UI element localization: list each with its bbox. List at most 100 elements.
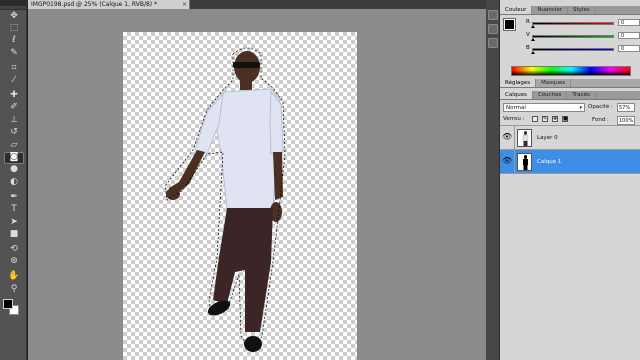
zoom-tool-icon[interactable]: ⚲ xyxy=(4,283,24,295)
right-sleeve xyxy=(269,90,284,155)
tab-traces[interactable]: Tracés xyxy=(567,91,596,99)
layers-panel: Calques Couches Tracés Normal ▾ Opacité … xyxy=(500,91,640,360)
adjustments-panel: Réglages Masques xyxy=(500,79,640,89)
color-panel-foreground-swatch[interactable] xyxy=(504,19,515,30)
tab-couleur[interactable]: Couleur xyxy=(500,6,533,14)
blur-tool-icon[interactable]: ● xyxy=(4,164,24,176)
blend-mode-value: Normal xyxy=(506,105,526,111)
layer-row-divider xyxy=(514,150,515,174)
eraser-tool-icon[interactable]: ▱ xyxy=(4,139,24,151)
close-icon[interactable]: × xyxy=(182,0,187,9)
lock-fill-row: Verrou : ✎ ✥ ■ Fond : 100% xyxy=(500,113,640,126)
color-panel-tabs: Couleur Nuancier Styles xyxy=(500,6,640,15)
tab-reglages[interactable]: Réglages xyxy=(500,79,537,87)
opacity-label: Opacité : xyxy=(588,104,613,110)
type-tool-icon[interactable]: T xyxy=(4,204,24,216)
lock-label: Verrou : xyxy=(503,116,525,122)
character-panel-icon[interactable] xyxy=(488,38,498,48)
crop-tool-icon[interactable]: ⌗ xyxy=(4,62,24,74)
canvas-workspace[interactable] xyxy=(28,9,486,360)
gradient-tool-icon[interactable]: ◙ xyxy=(4,151,24,164)
opacity-input[interactable]: 57% xyxy=(617,103,635,112)
channel-green-slider-handle[interactable] xyxy=(531,38,535,41)
person-cutout-image xyxy=(164,47,286,353)
channel-green-value[interactable]: 0 xyxy=(618,32,640,39)
hand-tool-icon[interactable]: ✋ xyxy=(4,271,24,283)
foreground-color-swatch[interactable] xyxy=(3,299,13,310)
panels-column: Couleur Nuancier Styles R 0 V 0 B 0 Régl… xyxy=(500,0,640,360)
image-canvas[interactable] xyxy=(123,32,357,360)
shape-tool-icon[interactable]: ■ xyxy=(4,228,24,240)
channel-red-row: R 0 xyxy=(526,19,640,29)
channel-red-slider-handle[interactable] xyxy=(531,25,535,28)
dodge-tool-icon[interactable]: ◐ xyxy=(4,176,24,188)
history-panel-icon[interactable] xyxy=(488,10,498,20)
channel-red-slider[interactable] xyxy=(532,22,614,25)
color-spectrum-ramp[interactable] xyxy=(511,66,631,76)
channel-blue-label: B xyxy=(526,45,530,51)
channel-red-value[interactable]: 0 xyxy=(618,19,640,26)
channel-green-row: V 0 xyxy=(526,32,640,42)
eyedropper-tool-icon[interactable]: ⁄ xyxy=(4,75,24,87)
channel-blue-slider[interactable] xyxy=(532,48,614,51)
collapsed-panels-strip xyxy=(486,0,500,360)
left-sleeve xyxy=(194,92,224,155)
trousers xyxy=(213,208,273,332)
channel-green-label: V xyxy=(526,32,530,38)
channel-blue-row: B 0 xyxy=(526,45,640,55)
channel-blue-value[interactable]: 0 xyxy=(618,45,640,52)
tab-styles[interactable]: Styles xyxy=(568,6,596,14)
left-hand xyxy=(166,188,180,200)
lock-pixels-icon[interactable]: ✎ xyxy=(542,116,548,122)
blend-opacity-row: Normal ▾ Opacité : 57% xyxy=(500,100,640,113)
healing-brush-tool-icon[interactable]: ✚ xyxy=(4,90,24,102)
fill-input[interactable]: 100% xyxy=(617,116,635,125)
document-window: IMGP0198.psd @ 25% (Calque 1, RVB/8) * × xyxy=(28,0,486,360)
channel-blue-slider-handle[interactable] xyxy=(531,51,535,54)
tools-panel: ✥ ⬚ ℓ ✎ ⌗ ⁄ ✚ ✐ ⊥ ↺ ▱ ◙ ● ◐ ✒ T ➤ ■ ⟲ ⊛ … xyxy=(0,6,27,360)
visibility-eye-icon[interactable]: 👁 xyxy=(502,156,512,166)
layer-row-calque-1[interactable]: 👁 Calque 1 xyxy=(500,150,640,174)
layer-thumbnail xyxy=(517,153,532,171)
tab-couches[interactable]: Couches xyxy=(533,91,568,99)
person-neck xyxy=(240,80,252,90)
right-shoe xyxy=(244,336,262,352)
path-selection-tool-icon[interactable]: ➤ xyxy=(4,216,24,228)
layer-row-layer-0[interactable]: 👁 Layer 0 xyxy=(500,126,640,150)
pen-tool-icon[interactable]: ✒ xyxy=(4,191,24,203)
layer-name: Layer 0 xyxy=(537,135,558,141)
channel-red-label: R xyxy=(526,19,530,25)
document-tab-title: IMGP0198.psd @ 25% (Calque 1, RVB/8) * xyxy=(31,1,158,8)
document-tab[interactable]: IMGP0198.psd @ 25% (Calque 1, RVB/8) * × xyxy=(28,0,190,9)
right-panels-dock: Couleur Nuancier Styles R 0 V 0 B 0 Régl… xyxy=(486,0,640,360)
layer-thumbnail xyxy=(517,129,532,147)
lock-position-icon[interactable]: ✥ xyxy=(552,116,558,122)
document-tab-bar: IMGP0198.psd @ 25% (Calque 1, RVB/8) * × xyxy=(28,0,486,9)
chevron-down-icon: ▾ xyxy=(579,105,582,111)
tab-calques[interactable]: Calques xyxy=(500,91,533,99)
brush-tool-icon[interactable]: ✐ xyxy=(4,102,24,114)
tab-nuancier[interactable]: Nuancier xyxy=(532,6,569,14)
lock-transparent-icon[interactable] xyxy=(532,116,538,122)
history-brush-tool-icon[interactable]: ↺ xyxy=(4,127,24,139)
fill-label: Fond : xyxy=(592,117,609,123)
tab-masques[interactable]: Masques xyxy=(536,79,572,87)
visibility-eye-icon[interactable]: 👁 xyxy=(502,132,512,142)
3d-rotate-tool-icon[interactable]: ⟲ xyxy=(4,243,24,255)
layers-panel-tabs: Calques Couches Tracés xyxy=(500,91,640,100)
layer-row-divider xyxy=(514,126,515,150)
actions-panel-icon[interactable] xyxy=(488,24,498,34)
adjustments-panel-tabs: Réglages Masques xyxy=(500,79,640,88)
quick-selection-tool-icon[interactable]: ✎ xyxy=(4,47,24,59)
3d-orbit-tool-icon[interactable]: ⊛ xyxy=(4,256,24,268)
lock-all-icon[interactable]: ■ xyxy=(562,116,568,122)
layer-name: Calque 1 xyxy=(537,159,562,165)
channel-green-slider[interactable] xyxy=(532,35,614,38)
lasso-tool-icon[interactable]: ℓ xyxy=(4,35,24,47)
color-swatches[interactable] xyxy=(2,298,26,316)
marquee-tool-icon[interactable]: ⬚ xyxy=(4,22,24,34)
sunglasses xyxy=(233,62,260,68)
blend-mode-select[interactable]: Normal ▾ xyxy=(503,103,585,112)
move-tool-icon[interactable]: ✥ xyxy=(4,10,24,22)
clone-stamp-tool-icon[interactable]: ⊥ xyxy=(4,114,24,126)
